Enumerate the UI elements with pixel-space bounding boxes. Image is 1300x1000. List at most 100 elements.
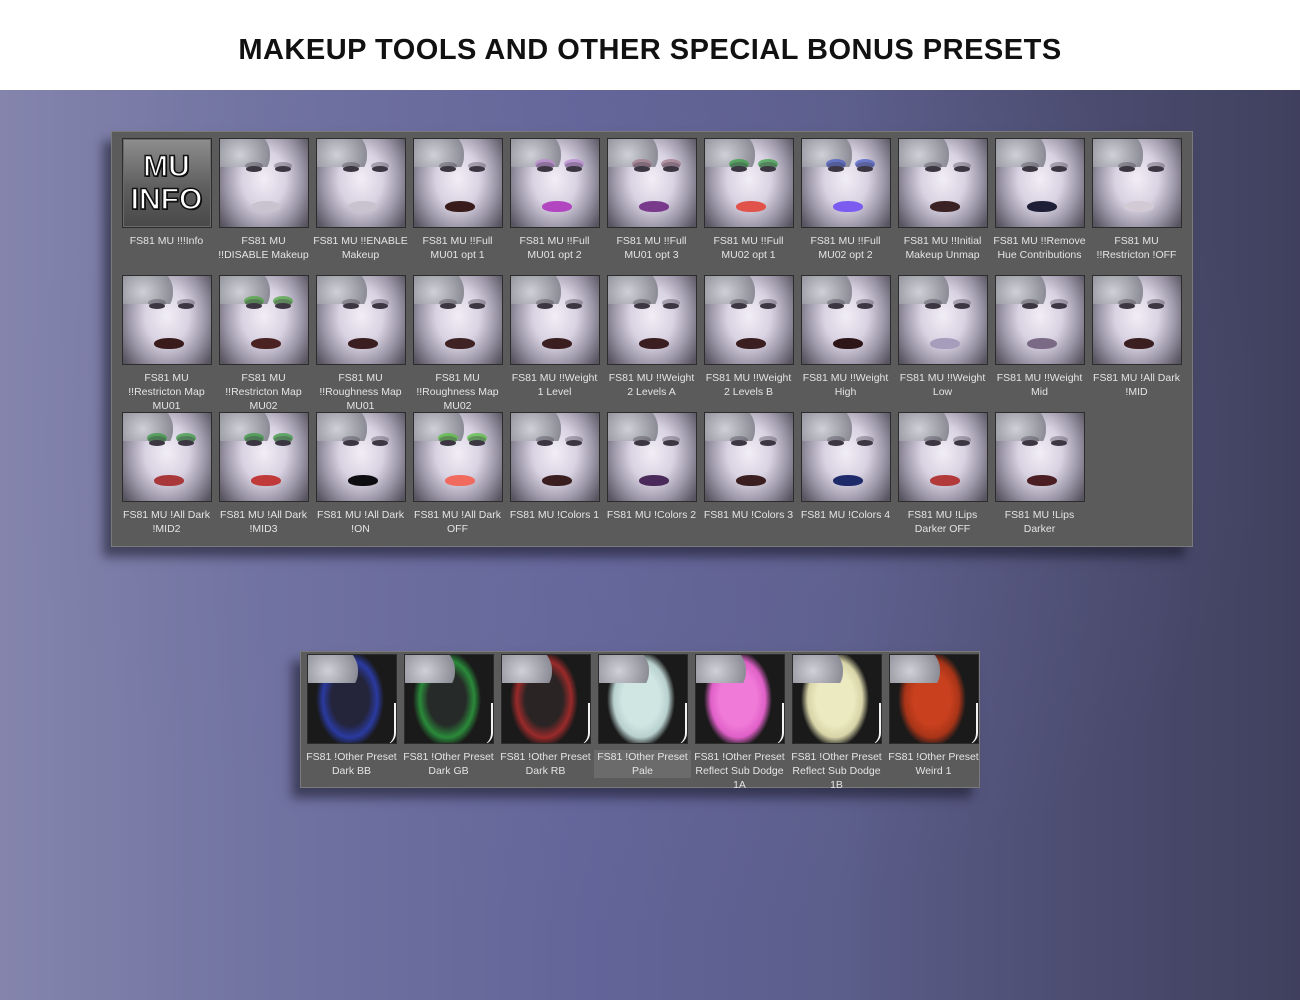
face-thumbnail	[606, 138, 697, 228]
face-thumbnail	[703, 412, 794, 502]
preset-label: FS81 MU !!Weight Mid	[996, 372, 1083, 398]
preset-tile[interactable]: FS81 MU !!Full MU02 opt 2	[797, 138, 894, 262]
preset-tile[interactable]: FS81 MU !!Weight 2 Levels B	[700, 275, 797, 399]
eye	[730, 166, 747, 172]
eye	[371, 166, 388, 172]
preset-tile[interactable]: FS81 MU !!ENABLE Makeup	[312, 138, 409, 262]
preset-tile[interactable]: FS81 MU !All Dark !MID	[1088, 275, 1185, 399]
preset-tile[interactable]: FS81 MU !!Full MU01 opt 1	[409, 138, 506, 262]
preset-label: FS81 MU !All Dark OFF	[414, 509, 501, 535]
other-preset-tile[interactable]: FS81 !Other Preset Pale	[594, 654, 691, 778]
preset-tile[interactable]: FS81 MU !Lips Darker OFF	[894, 412, 991, 536]
neck-outline	[768, 703, 784, 743]
preset-label: FS81 MU !All Dark !MID	[1093, 372, 1180, 398]
preset-tile[interactable]: FS81 MU !!Restricton !OFF	[1088, 138, 1185, 262]
face-thumbnail	[994, 412, 1085, 502]
eye	[274, 166, 291, 172]
eye	[1118, 303, 1135, 309]
preset-tile[interactable]: FS81 MU !All Dark OFF	[409, 412, 506, 536]
preset-label: FS81 MU !Lips Darker OFF	[907, 509, 978, 535]
other-preset-tile[interactable]: FS81 !Other Preset Dark RB	[497, 654, 594, 778]
preset-tile[interactable]: FS81 MU !Colors 4	[797, 412, 894, 522]
other-preset-tile[interactable]: FS81 !Other Preset Reflect Sub Dodge 1B	[788, 654, 885, 792]
eye	[953, 303, 970, 309]
preset-tile[interactable]: FS81 MU !!Weight Low	[894, 275, 991, 399]
eye	[536, 303, 553, 309]
preset-tile[interactable]: FS81 MU !All Dark !MID2	[118, 412, 215, 536]
preset-tile[interactable]: FS81 MU !!Full MU01 opt 2	[506, 138, 603, 262]
preset-tile[interactable]: FS81 MU !!Weight 1 Level	[506, 275, 603, 399]
lips	[444, 201, 475, 212]
preset-tile[interactable]: FS81 MU !!Initial Makeup Unmap	[894, 138, 991, 262]
eye	[148, 440, 165, 446]
preset-label: FS81 MU !All Dark !MID3	[220, 509, 307, 535]
preset-label: FS81 MU !All Dark !ON	[317, 509, 404, 535]
preset-label: FS81 MU !Colors 3	[703, 509, 794, 521]
preset-label: FS81 MU !Colors 4	[800, 509, 891, 521]
preset-tile[interactable]: FS81 MU !!DISABLE Makeup	[215, 138, 312, 262]
preset-tile[interactable]: FS81 MU !!Remove Hue Contributions	[991, 138, 1088, 262]
face-thumbnail	[606, 275, 697, 365]
preset-tile[interactable]: FS81 MU !!Weight Mid	[991, 275, 1088, 399]
preset-tile[interactable]: MU INFO FS81 MU !!!Info	[118, 138, 215, 248]
face-thumbnail	[218, 138, 309, 228]
face-thumbnail	[403, 654, 494, 744]
hair-render	[607, 413, 658, 441]
preset-tile[interactable]: FS81 MU !Colors 3	[700, 412, 797, 522]
face-thumbnail	[703, 275, 794, 365]
face-thumbnail	[218, 275, 309, 365]
eye	[856, 440, 873, 446]
other-presets-panel: FS81 !Other Preset Dark BB FS81 !Other Pr…	[300, 651, 982, 791]
preset-tile[interactable]: FS81 MU !!Weight 2 Levels A	[603, 275, 700, 399]
preset-tile[interactable]: FS81 MU !!Full MU02 opt 1	[700, 138, 797, 262]
face-thumbnail	[703, 138, 794, 228]
makeup-presets-panel: MU INFO FS81 MU !!!Info FS81 MU !!DISABLE M…	[111, 131, 1193, 547]
preset-label: FS81 !Other Preset Dark RB	[500, 751, 591, 777]
face-thumbnail	[791, 654, 882, 744]
preset-tile[interactable]: FS81 MU !!Weight High	[797, 275, 894, 399]
eye	[1050, 303, 1067, 309]
eye	[371, 440, 388, 446]
eye	[565, 166, 582, 172]
preset-tile[interactable]: FS81 MU !Colors 2	[603, 412, 700, 522]
lips	[250, 475, 281, 486]
eye	[827, 166, 844, 172]
face-thumbnail	[412, 275, 503, 365]
eye	[245, 166, 262, 172]
preset-tile[interactable]: FS81 MU !Lips Darker	[991, 412, 1088, 536]
eye	[536, 166, 553, 172]
preset-tile[interactable]: FS81 MU !All Dark !ON	[312, 412, 409, 536]
face-thumbnail	[994, 138, 1085, 228]
face-thumbnail	[500, 654, 591, 744]
preset-tile[interactable]: FS81 MU !!Full MU01 opt 3	[603, 138, 700, 262]
preset-tile[interactable]: FS81 MU !!Restricton Map MU02	[215, 275, 312, 413]
lips	[929, 475, 960, 486]
other-preset-tile[interactable]: FS81 !Other Preset Weird 1	[885, 654, 982, 778]
eye	[245, 440, 262, 446]
other-preset-tile[interactable]: FS81 !Other Preset Dark BB	[303, 654, 400, 778]
preset-tile[interactable]: FS81 MU !!Roughness Map MU02	[409, 275, 506, 413]
hair-render	[219, 139, 270, 167]
eye	[827, 303, 844, 309]
lips	[153, 475, 184, 486]
preset-label: FS81 !Other Preset Reflect Sub Dodge 1A	[694, 751, 785, 791]
eye	[468, 440, 485, 446]
preset-tile[interactable]: FS81 MU !Colors 1	[506, 412, 603, 522]
face-thumbnail	[315, 412, 406, 502]
lips	[735, 475, 766, 486]
preset-label: FS81 MU !!Restricton Map MU01	[128, 372, 205, 412]
preset-tile[interactable]: FS81 MU !All Dark !MID3	[215, 412, 312, 536]
face-thumbnail	[800, 412, 891, 502]
preset-tile[interactable]: FS81 MU !!Roughness Map MU01	[312, 275, 409, 413]
other-preset-tile[interactable]: FS81 !Other Preset Dark GB	[400, 654, 497, 778]
preset-label: FS81 MU !!Full MU01 opt 3	[616, 235, 687, 261]
preset-label: FS81 MU !!ENABLE Makeup	[313, 235, 408, 261]
lips	[444, 475, 475, 486]
preset-tile[interactable]: FS81 MU !!Restricton Map MU01	[118, 275, 215, 413]
eye	[827, 440, 844, 446]
eye	[662, 303, 679, 309]
other-preset-tile[interactable]: FS81 !Other Preset Reflect Sub Dodge 1A	[691, 654, 788, 792]
preset-label: FS81 MU !!Full MU02 opt 1	[713, 235, 784, 261]
preset-label: FS81 !Other Preset Dark BB	[306, 751, 397, 777]
eye	[759, 166, 776, 172]
